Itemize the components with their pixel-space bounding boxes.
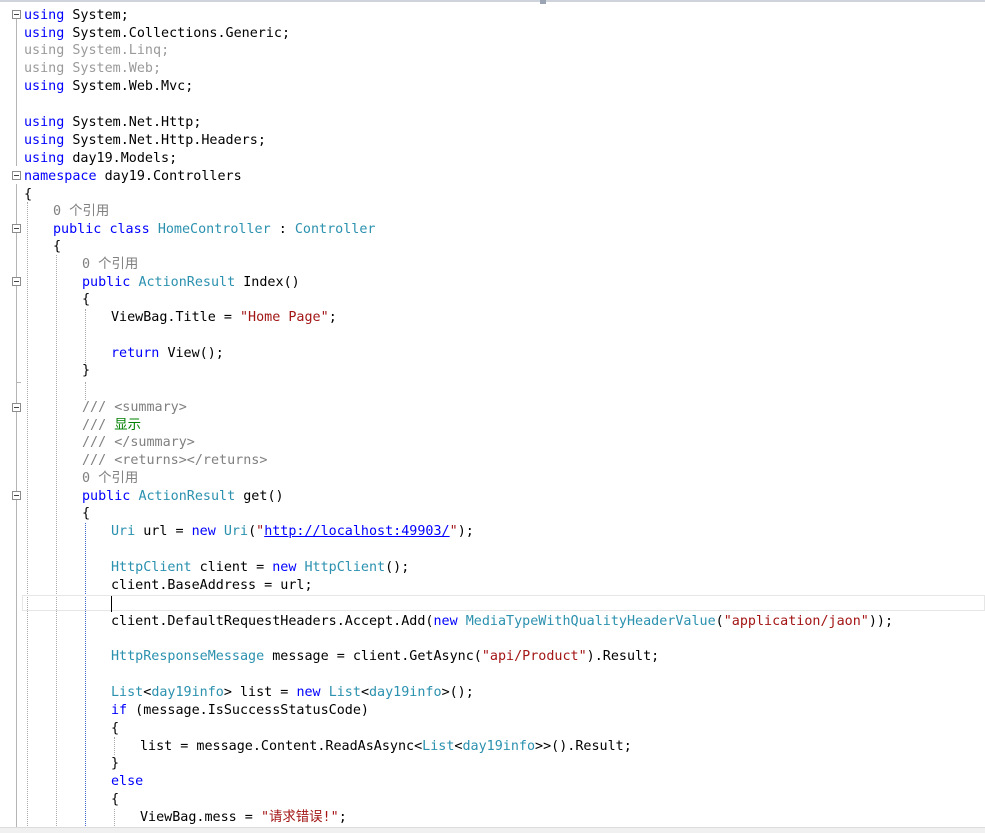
text-caret xyxy=(111,596,112,612)
code-line[interactable]: using System.Net.Http; xyxy=(24,114,201,132)
code-line[interactable]: using System; xyxy=(24,7,129,25)
collapse-toggle-icon[interactable] xyxy=(12,403,21,412)
indent-guide xyxy=(56,255,57,832)
indent-guide xyxy=(85,382,86,400)
code-line[interactable]: } xyxy=(82,362,90,380)
code-line[interactable]: using System.Web; xyxy=(24,60,161,78)
indent-guide xyxy=(85,309,86,363)
code-line[interactable]: { xyxy=(24,186,32,204)
xml-doc-comment[interactable]: /// 显示 xyxy=(82,417,141,435)
code-editor[interactable]: using System; using System.Collections.G… xyxy=(0,0,985,833)
codelens-references[interactable]: 0 个引用 xyxy=(82,470,138,488)
code-line[interactable]: namespace day19.Controllers xyxy=(24,168,242,186)
code-line[interactable]: if (message.IsSuccessStatusCode) xyxy=(111,702,369,720)
code-area[interactable]: using System; using System.Collections.G… xyxy=(0,4,985,832)
code-line[interactable]: using System.Net.Http.Headers; xyxy=(24,132,266,150)
code-line[interactable]: else xyxy=(111,773,143,791)
code-line[interactable]: { xyxy=(82,505,90,523)
collapse-toggle-icon[interactable] xyxy=(12,277,21,286)
collapse-toggle-icon[interactable] xyxy=(12,10,21,19)
code-line[interactable]: using day19.Models; xyxy=(24,150,177,168)
code-line[interactable]: Uri url = new Uri("http://localhost:4990… xyxy=(111,523,474,541)
code-line[interactable]: { xyxy=(53,238,61,256)
code-line[interactable]: client.DefaultRequestHeaders.Accept.Add(… xyxy=(111,613,893,631)
code-line[interactable]: } xyxy=(111,755,119,773)
code-line[interactable]: using System.Collections.Generic; xyxy=(24,25,290,43)
indent-guide xyxy=(27,202,28,832)
code-line[interactable]: client.BaseAddress = url; xyxy=(111,577,313,595)
code-line[interactable]: HttpClient client = new HttpClient(); xyxy=(111,559,409,577)
code-line[interactable]: public class HomeController : Controller xyxy=(53,221,376,239)
indent-guide xyxy=(114,737,115,755)
code-line[interactable]: { xyxy=(111,791,119,809)
code-line[interactable]: List<day19info> list = new List<day19inf… xyxy=(111,684,474,702)
code-line[interactable]: ViewBag.mess = "请求错误!"; xyxy=(140,809,347,827)
xml-doc-comment[interactable]: /// <returns></returns> xyxy=(82,452,267,470)
codelens-references[interactable]: 0 个引用 xyxy=(53,203,109,221)
code-line[interactable]: ViewBag.Title = "Home Page"; xyxy=(111,309,337,327)
url-link[interactable]: http://localhost:49903/ xyxy=(264,524,449,539)
collapse-toggle-icon[interactable] xyxy=(12,224,21,233)
code-line[interactable]: using System.Web.Mvc; xyxy=(24,78,193,96)
outline-bar xyxy=(16,18,17,166)
horizontal-scrollbar[interactable] xyxy=(0,827,985,833)
code-line[interactable]: public ActionResult get() xyxy=(82,488,284,506)
xml-doc-comment[interactable]: /// </summary> xyxy=(82,434,195,452)
code-line[interactable]: { xyxy=(82,291,90,309)
outline-end xyxy=(16,382,21,383)
current-line-highlight xyxy=(22,595,985,611)
collapse-toggle-icon[interactable] xyxy=(12,491,21,500)
indent-guide xyxy=(85,523,86,832)
xml-doc-comment[interactable]: /// <summary> xyxy=(82,399,187,417)
code-line[interactable]: using System.Linq; xyxy=(24,42,169,60)
code-line[interactable]: list = message.Content.ReadAsAsync<List<… xyxy=(140,738,632,756)
code-line[interactable]: public ActionResult Index() xyxy=(82,274,300,292)
collapse-toggle-icon[interactable] xyxy=(12,171,21,180)
codelens-references[interactable]: 0 个引用 xyxy=(82,256,138,274)
code-line[interactable]: { xyxy=(111,720,119,738)
code-line[interactable]: return View(); xyxy=(111,345,224,363)
code-line[interactable]: HttpResponseMessage message = client.Get… xyxy=(111,648,659,666)
